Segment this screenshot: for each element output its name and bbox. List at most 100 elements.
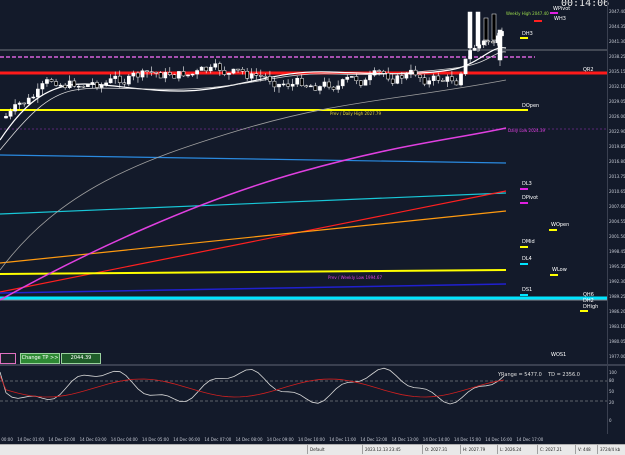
candle-body xyxy=(368,74,372,81)
candle-body xyxy=(450,76,454,82)
oscillator-readout: YRange = 5477.0 TD = 2356.0 xyxy=(498,372,580,378)
time-tick-label: 14 Dec 12:00 xyxy=(360,437,388,442)
change-tp-button[interactable]: Change TP >> xyxy=(20,353,60,364)
osc-main-line xyxy=(0,367,505,405)
trading-terminal: 00:14:06 WPivot WH3 DH3 QR2 DOpen DL3 DP… xyxy=(0,0,625,455)
candle-body xyxy=(268,76,272,82)
status-item: V: 448 xyxy=(578,447,591,452)
candle-body xyxy=(272,80,277,88)
candle-body xyxy=(299,77,304,86)
candle-body xyxy=(90,82,95,85)
cyan-ma-line xyxy=(0,192,507,215)
candle-body xyxy=(54,81,58,86)
candle-body xyxy=(245,70,250,79)
candle-body xyxy=(136,72,140,78)
candle-body xyxy=(349,76,354,78)
time-tick-label: 14 Dec 05:00 xyxy=(142,437,169,442)
price-axis[interactable] xyxy=(608,0,625,434)
candle-body xyxy=(286,83,290,87)
candle-body xyxy=(483,17,489,41)
candle-body xyxy=(81,85,86,88)
candle-body xyxy=(359,80,363,86)
tp-left-box[interactable] xyxy=(0,353,16,364)
level-marker-ds1 xyxy=(520,294,528,296)
time-tick-label: 14 Dec 07:00 xyxy=(204,437,232,442)
status-item: H: 2027.79 xyxy=(463,447,486,452)
candle-body xyxy=(99,84,104,88)
price-tick-label: 1998.45 xyxy=(609,249,625,254)
level-marker-dl4 xyxy=(520,263,528,265)
level-label-dl4: DL4 xyxy=(522,256,532,262)
candle-body xyxy=(475,11,481,47)
price-tick-label: 1989.25 xyxy=(609,294,625,299)
osc-tick-label: 20 xyxy=(609,400,615,405)
candle-body xyxy=(459,73,463,86)
candle-body xyxy=(199,66,204,71)
candle-body xyxy=(486,40,491,43)
candle-body xyxy=(204,66,209,72)
candle-body xyxy=(295,77,300,85)
osc-signal-line xyxy=(0,375,505,398)
time-tick-label: 14 Dec 04:00 xyxy=(110,437,138,442)
candle-body xyxy=(8,110,13,117)
candle-body xyxy=(140,70,145,78)
time-tick-label: 14 Dec 14:00 xyxy=(422,437,450,442)
osc-tick-label: 0 xyxy=(609,418,612,423)
candle-body xyxy=(195,70,199,75)
orange-ma-line xyxy=(0,210,507,264)
time-tick-label: 14 Dec 10:00 xyxy=(298,437,325,442)
candle-body xyxy=(381,70,386,74)
slow-ma-line xyxy=(0,51,507,151)
time-tick-label: 14 Dec 06:00 xyxy=(173,437,201,442)
level-label-dl3: DL3 xyxy=(522,181,532,187)
time-tick-label: 14 Dec 16:00 xyxy=(485,437,513,442)
price-tick-label: 2019.85 xyxy=(609,144,625,149)
candle-body xyxy=(36,88,40,98)
candle-body xyxy=(117,75,122,83)
red-ma-line xyxy=(0,190,507,293)
time-tick-label: 14 Dec 15:00 xyxy=(454,437,481,442)
level-label-qr2: QR2 xyxy=(583,67,594,73)
level-label-dmid: DMid xyxy=(522,239,535,245)
candle-body xyxy=(277,83,281,88)
candle-body xyxy=(281,83,286,86)
candle-body xyxy=(249,73,254,79)
candle-body xyxy=(218,63,222,71)
price-chart[interactable] xyxy=(0,0,607,362)
status-item: O: 2027.31 xyxy=(425,447,448,452)
status-separator xyxy=(362,445,363,454)
candle-body xyxy=(322,81,327,87)
candle-body xyxy=(313,85,318,91)
level-marker-dhigh xyxy=(580,310,588,312)
candle-body xyxy=(445,76,450,82)
price-tick-label: 2004.55 xyxy=(609,219,625,224)
candle-body xyxy=(436,75,441,81)
tp-value-field[interactable]: 2044.39 xyxy=(61,353,101,364)
candle-body xyxy=(318,86,322,91)
candle-body xyxy=(63,84,67,88)
candle-body xyxy=(390,78,395,84)
candle-body xyxy=(231,68,236,74)
candle-body xyxy=(13,104,17,112)
status-separator xyxy=(422,445,423,454)
osc-tick-label: 100 xyxy=(609,370,617,375)
candle-body xyxy=(395,75,400,84)
level-label-wos1: WOS1 xyxy=(551,352,567,358)
candle-body xyxy=(49,79,54,82)
candle-body xyxy=(427,80,431,85)
price-tick-label: 1983.10 xyxy=(609,324,625,329)
level-marker-dpivot xyxy=(520,202,528,204)
candle-body xyxy=(158,72,163,79)
price-tick-label: 2013.75 xyxy=(609,174,625,179)
candle-body xyxy=(17,102,22,105)
candle-body xyxy=(131,72,136,77)
status-item: C: 2027.21 xyxy=(540,447,562,452)
price-tick-label: 2026.00 xyxy=(609,114,625,119)
price-tick-label: 1977.00 xyxy=(609,354,625,359)
status-item: L: 2026.24 xyxy=(500,447,522,452)
weekly-high-label: Weekly High 2047.40 xyxy=(506,11,549,16)
candle-body xyxy=(386,72,391,80)
candle-body xyxy=(26,97,31,105)
candle-body xyxy=(345,76,350,80)
price-tick-label: 2007.60 xyxy=(609,204,625,209)
